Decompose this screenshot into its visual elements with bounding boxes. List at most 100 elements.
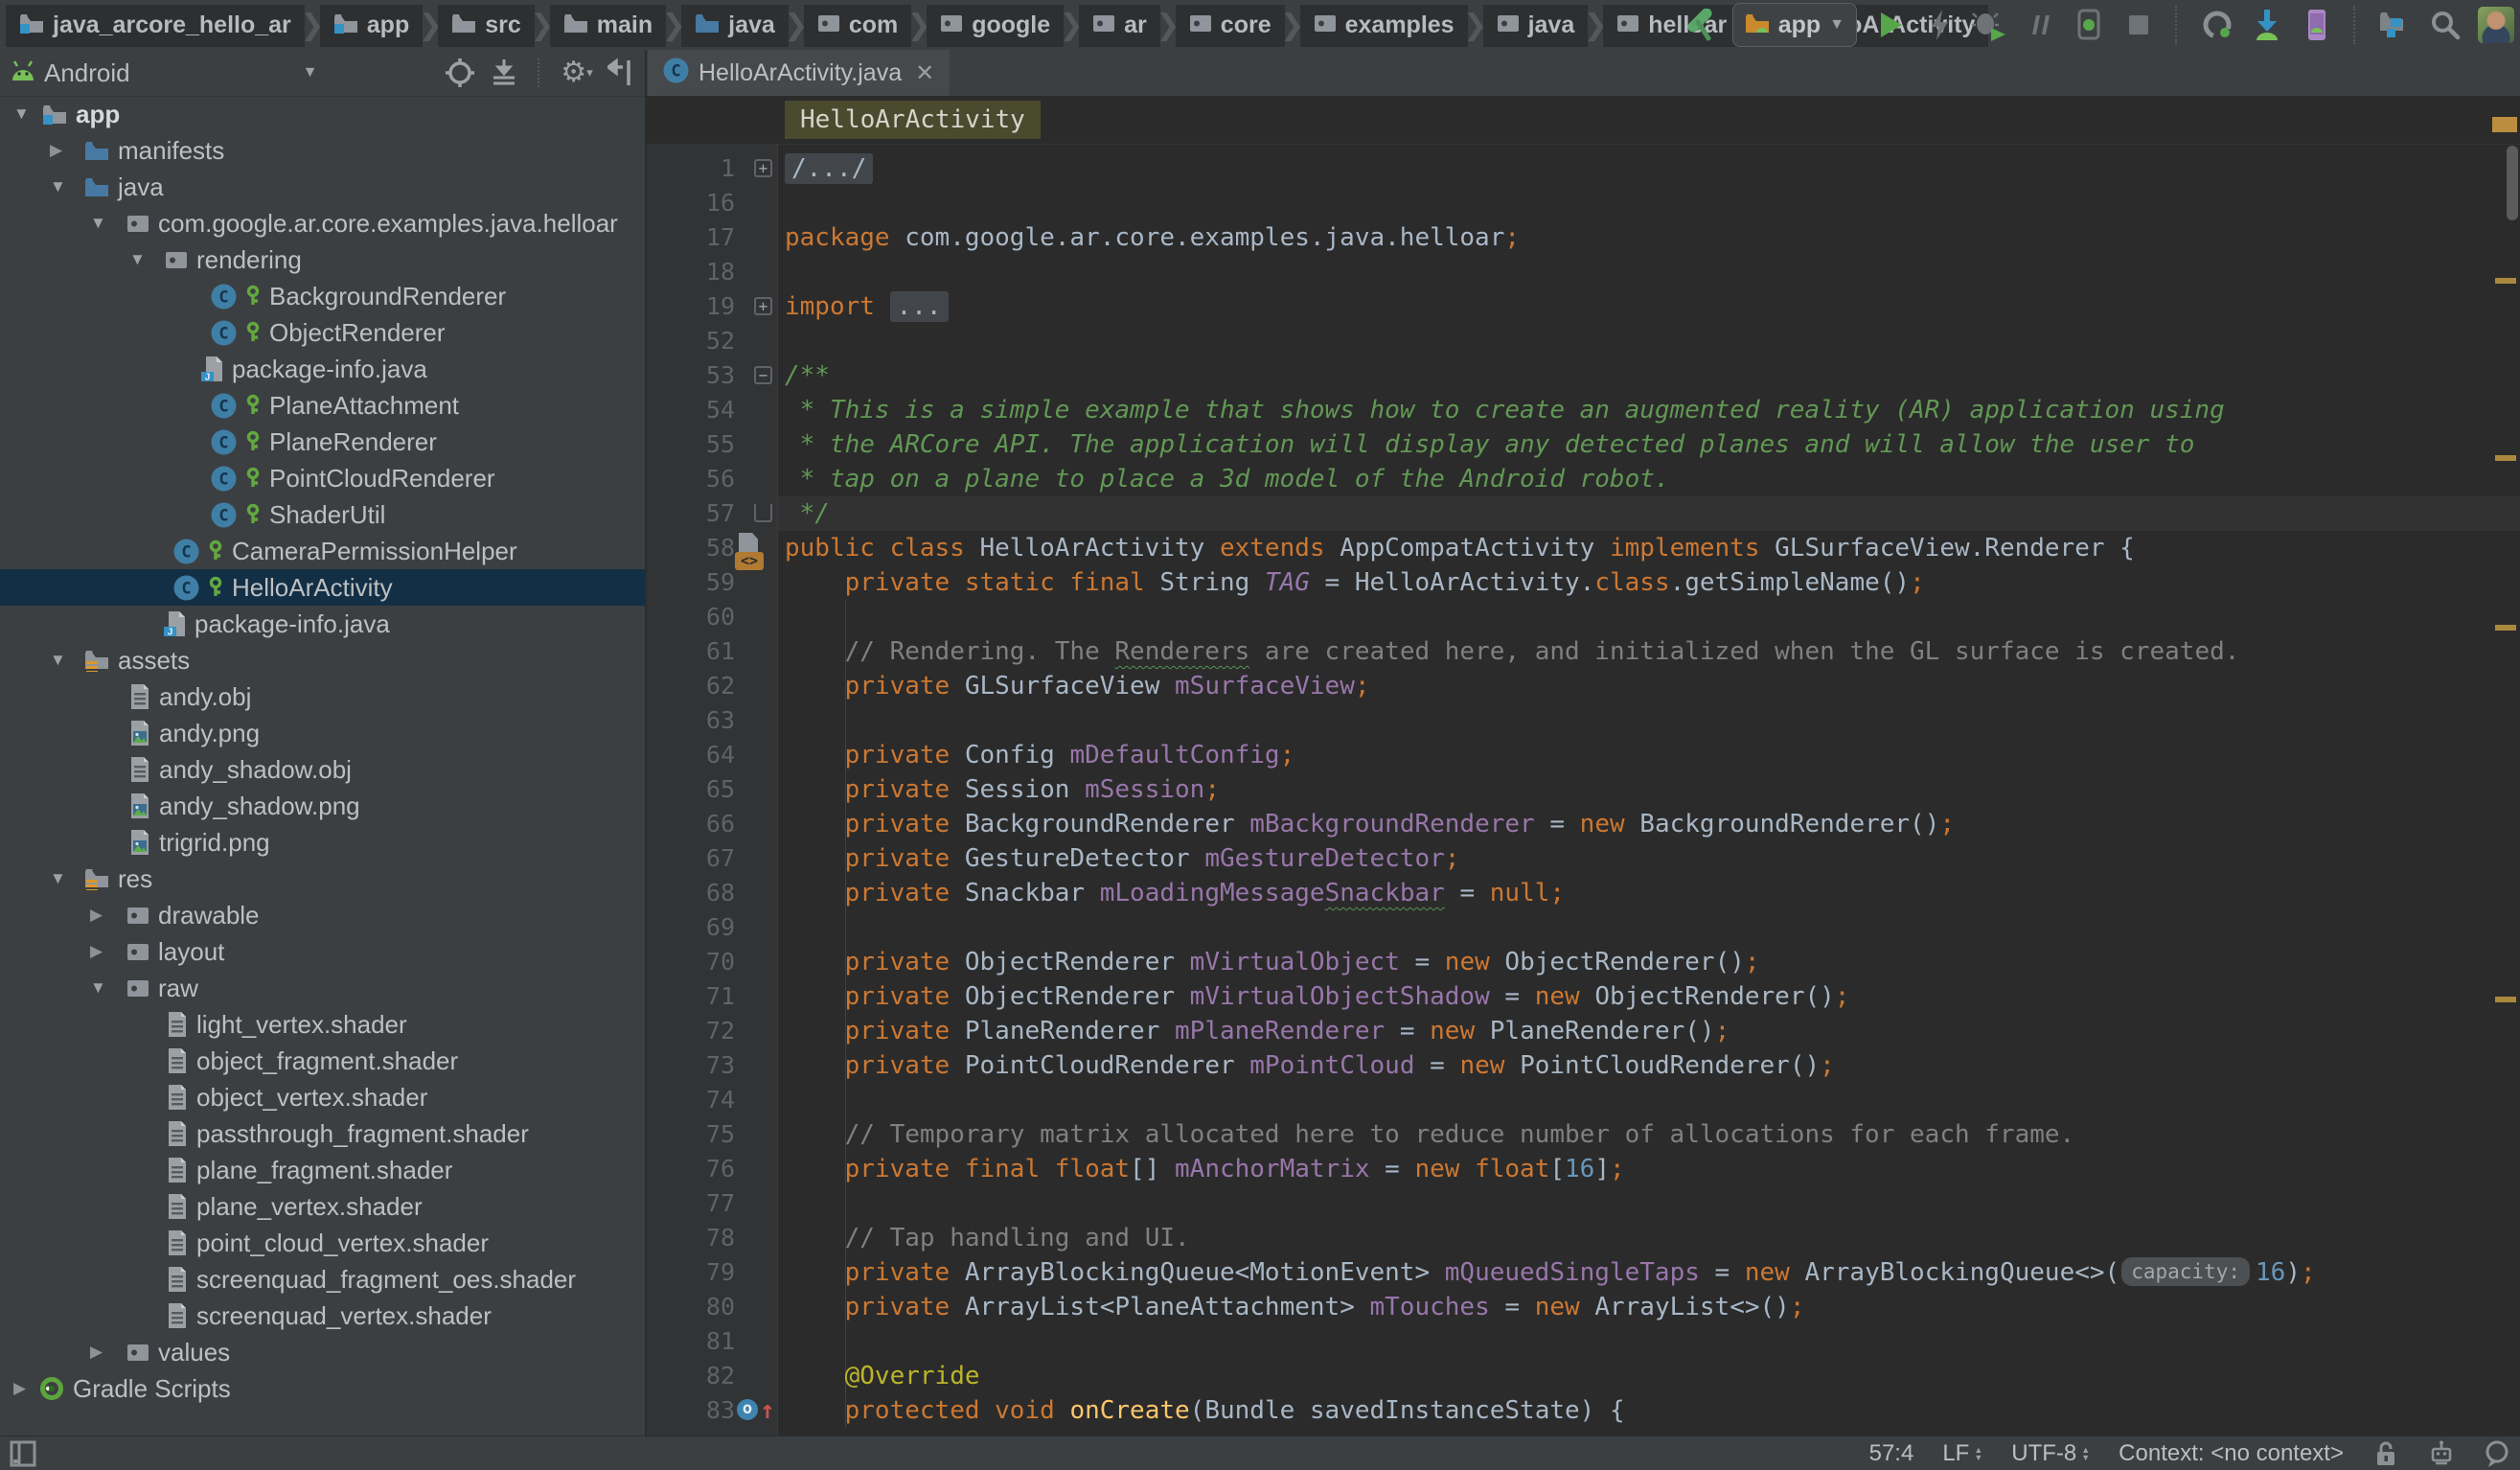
line-number[interactable]: 79 bbox=[647, 1255, 735, 1290]
line-number[interactable]: 62 bbox=[647, 669, 735, 703]
line-number[interactable]: 75 bbox=[647, 1117, 735, 1152]
fold-end-icon[interactable] bbox=[754, 504, 772, 522]
line-number[interactable]: 72 bbox=[647, 1014, 735, 1048]
sdk-manager-icon[interactable] bbox=[2250, 8, 2284, 42]
tree-item-point-cloud-vertex-shader[interactable]: point_cloud_vertex.shader bbox=[0, 1225, 645, 1261]
code-line-70[interactable]: 70 private ObjectRenderer mVirtualObject… bbox=[647, 945, 2520, 979]
tree-item-assets[interactable]: ▼assets bbox=[0, 642, 645, 678]
profile-button[interactable] bbox=[2022, 8, 2056, 42]
line-number[interactable]: 66 bbox=[647, 807, 735, 841]
tree-item-rendering[interactable]: ▼rendering bbox=[0, 241, 645, 278]
code-line-58[interactable]: 58<>public class HelloArActivity extends… bbox=[647, 531, 2520, 565]
code-line-62[interactable]: 62 private GLSurfaceView mSurfaceView; bbox=[647, 669, 2520, 703]
tree-item-screenquad-fragment-oes-shader[interactable]: screenquad_fragment_oes.shader bbox=[0, 1261, 645, 1298]
code-line-53[interactable]: 53−/** bbox=[647, 358, 2520, 393]
avd-manager-icon[interactable] bbox=[2300, 8, 2334, 42]
chevron-expanded-icon[interactable]: ▼ bbox=[90, 205, 106, 241]
code-line-82[interactable]: 82 @Override bbox=[647, 1359, 2520, 1393]
chevron-expanded-icon[interactable]: ▼ bbox=[50, 642, 66, 678]
context-indicator[interactable]: Context: <no context> bbox=[2119, 1440, 2344, 1467]
collapse-all-icon[interactable] bbox=[490, 58, 518, 87]
line-number[interactable]: 65 bbox=[647, 772, 735, 807]
chevron-expanded-icon[interactable]: ▼ bbox=[13, 96, 30, 132]
tree-item-helloaractivity[interactable]: CHelloArActivity bbox=[0, 569, 645, 606]
line-number[interactable]: 61 bbox=[647, 634, 735, 669]
tree-item-andy-obj[interactable]: andy.obj bbox=[0, 678, 645, 715]
chevron-expanded-icon[interactable]: ▼ bbox=[50, 861, 66, 897]
warning-stripe-mark[interactable] bbox=[2495, 278, 2516, 284]
breadcrumb-item-google[interactable]: google bbox=[927, 5, 1064, 47]
tree-item-backgroundrenderer[interactable]: CBackgroundRenderer bbox=[0, 278, 645, 314]
line-number[interactable]: 83 bbox=[647, 1393, 735, 1428]
run-configuration-select[interactable]: app ▼ bbox=[1732, 3, 1857, 47]
user-avatar[interactable] bbox=[2478, 7, 2514, 43]
line-number[interactable]: 73 bbox=[647, 1048, 735, 1083]
event-log-icon[interactable] bbox=[2484, 1440, 2510, 1467]
debug-button[interactable] bbox=[1972, 8, 2006, 42]
tree-item-planerenderer[interactable]: CPlaneRenderer bbox=[0, 424, 645, 460]
breadcrumb-item-com[interactable]: com bbox=[804, 5, 911, 47]
line-number[interactable]: 19 bbox=[647, 289, 735, 324]
line-number[interactable]: 54 bbox=[647, 393, 735, 427]
line-number[interactable]: 70 bbox=[647, 945, 735, 979]
line-number[interactable]: 74 bbox=[647, 1083, 735, 1117]
fold-expand-icon[interactable]: + bbox=[754, 159, 772, 177]
tree-item-screenquad-vertex-shader[interactable]: screenquad_vertex.shader bbox=[0, 1298, 645, 1334]
breadcrumb-item-java[interactable]: java bbox=[1483, 5, 1589, 47]
tree-item-raw[interactable]: ▼raw bbox=[0, 970, 645, 1006]
code-line-78[interactable]: 78 // Tap handling and UI. bbox=[647, 1221, 2520, 1255]
tree-item-app[interactable]: ▼app bbox=[0, 96, 645, 132]
code-line-72[interactable]: 72 private PlaneRenderer mPlaneRenderer … bbox=[647, 1014, 2520, 1048]
code-line-69[interactable]: 69 bbox=[647, 910, 2520, 945]
line-ending-select[interactable]: LF ▲▼ bbox=[1942, 1440, 1982, 1467]
line-number[interactable]: 77 bbox=[647, 1186, 735, 1221]
chevron-collapsed-icon[interactable]: ▶ bbox=[90, 1334, 103, 1370]
code-line-55[interactable]: 55 * the ARCore API. The application wil… bbox=[647, 427, 2520, 462]
inspections-icon[interactable] bbox=[2428, 1440, 2455, 1467]
line-number[interactable]: 81 bbox=[647, 1324, 735, 1359]
code-line-63[interactable]: 63 bbox=[647, 703, 2520, 738]
code-line-76[interactable]: 76 private final float[] mAnchorMatrix =… bbox=[647, 1152, 2520, 1186]
line-number[interactable]: 16 bbox=[647, 186, 735, 220]
tree-item-light-vertex-shader[interactable]: light_vertex.shader bbox=[0, 1006, 645, 1043]
chevron-collapsed-icon[interactable]: ▶ bbox=[50, 132, 62, 169]
overriding-method-icon[interactable]: o bbox=[737, 1399, 758, 1420]
attach-debugger-icon[interactable] bbox=[2072, 8, 2106, 42]
tree-item-object-fragment-shader[interactable]: object_fragment.shader bbox=[0, 1043, 645, 1079]
breadcrumb-item-app[interactable]: app bbox=[320, 5, 423, 47]
line-number[interactable]: 82 bbox=[647, 1359, 735, 1393]
line-number[interactable]: 63 bbox=[647, 703, 735, 738]
tree-item-andy-shadow-png[interactable]: andy_shadow.png bbox=[0, 788, 645, 824]
breadcrumb-item-java_arcore_hello_ar[interactable]: java_arcore_hello_ar bbox=[6, 5, 305, 47]
android-profiler-icon[interactable] bbox=[2200, 8, 2234, 42]
run-button[interactable] bbox=[1872, 8, 1907, 42]
code-line-1[interactable]: 1+/.../ bbox=[647, 151, 2520, 186]
fold-expand-icon[interactable]: + bbox=[754, 297, 772, 315]
breadcrumb-item-examples[interactable]: examples bbox=[1300, 5, 1468, 47]
line-number[interactable]: 71 bbox=[647, 979, 735, 1014]
tree-item-plane-fragment-shader[interactable]: plane_fragment.shader bbox=[0, 1152, 645, 1188]
code-line-66[interactable]: 66 private BackgroundRenderer mBackgroun… bbox=[647, 807, 2520, 841]
line-number[interactable]: 60 bbox=[647, 600, 735, 634]
line-number[interactable]: 80 bbox=[647, 1290, 735, 1324]
code-line-61[interactable]: 61 // Rendering. The Renderers are creat… bbox=[647, 634, 2520, 669]
tree-item-package-info-java[interactable]: Jpackage-info.java bbox=[0, 351, 645, 387]
warning-stripe-mark[interactable] bbox=[2495, 455, 2516, 461]
chevron-expanded-icon[interactable]: ▼ bbox=[90, 970, 106, 1006]
breadcrumb-item-ar[interactable]: ar bbox=[1079, 5, 1160, 47]
tree-item-com-google-ar-core-examples-java-helloar[interactable]: ▼com.google.ar.core.examples.java.helloa… bbox=[0, 205, 645, 241]
related-file-icon[interactable] bbox=[739, 533, 758, 554]
code-line-18[interactable]: 18 bbox=[647, 255, 2520, 289]
tree-item-andy-shadow-obj[interactable]: andy_shadow.obj bbox=[0, 751, 645, 788]
line-number[interactable]: 68 bbox=[647, 876, 735, 910]
code-line-65[interactable]: 65 private Session mSession; bbox=[647, 772, 2520, 807]
warning-stripe-mark[interactable] bbox=[2495, 625, 2516, 631]
settings-gear-icon[interactable]: ⚙▾ bbox=[562, 58, 591, 87]
tree-item-values[interactable]: ▶values bbox=[0, 1334, 645, 1370]
locate-file-icon[interactable] bbox=[446, 58, 474, 87]
tree-item-objectrenderer[interactable]: CObjectRenderer bbox=[0, 314, 645, 351]
code-line-57[interactable]: 57 */ bbox=[647, 496, 2520, 531]
line-number[interactable]: 59 bbox=[647, 565, 735, 600]
line-number[interactable]: 76 bbox=[647, 1152, 735, 1186]
code-line-67[interactable]: 67 private GestureDetector mGestureDetec… bbox=[647, 841, 2520, 876]
